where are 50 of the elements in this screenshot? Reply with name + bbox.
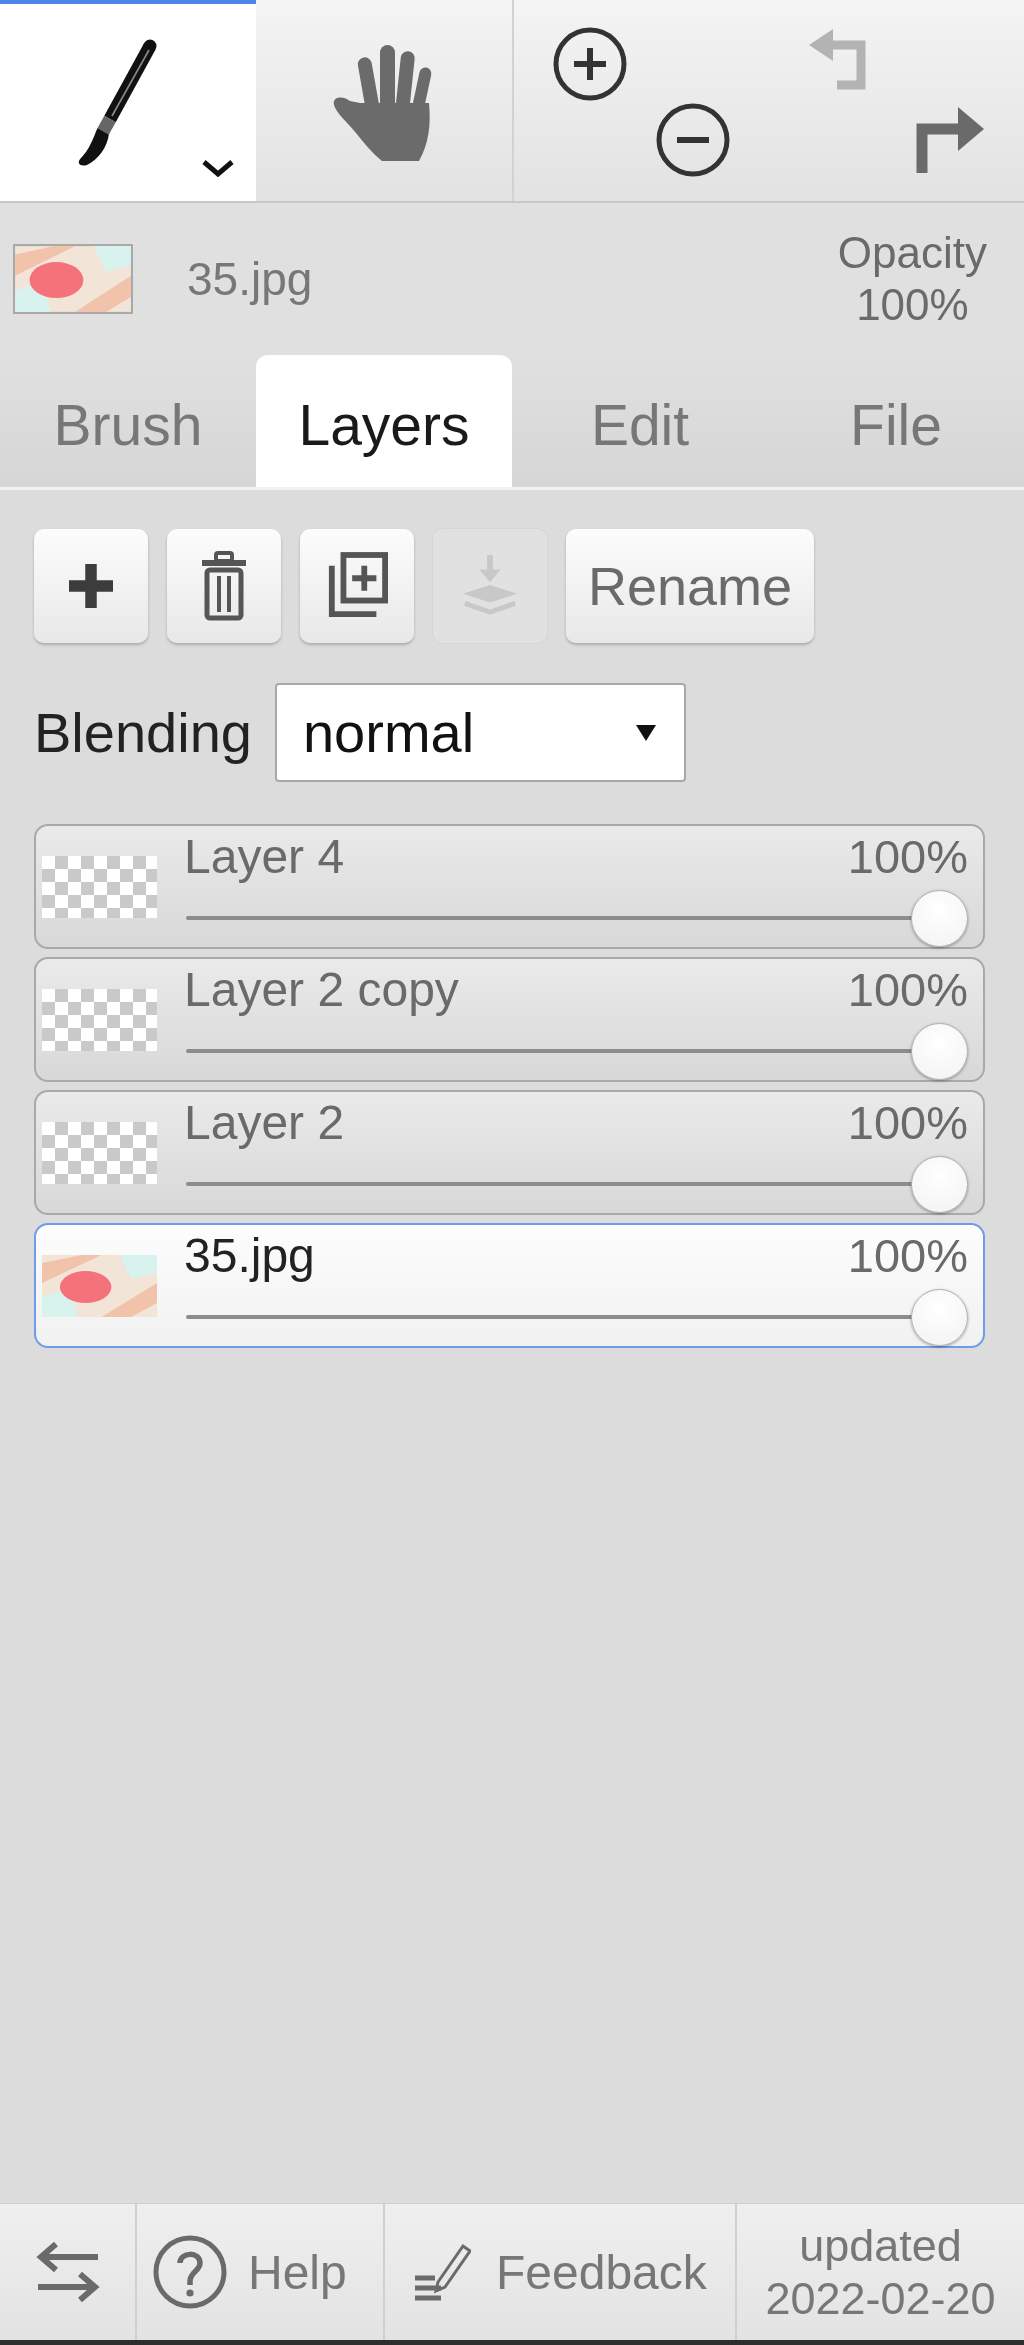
duplicate-icon bbox=[326, 552, 388, 620]
swap-button[interactable] bbox=[0, 2204, 137, 2340]
slider-thumb[interactable] bbox=[911, 1156, 968, 1213]
brush-tool-button[interactable] bbox=[0, 0, 256, 201]
updated-label: updated bbox=[799, 2219, 962, 2272]
zoom-in-button[interactable] bbox=[551, 26, 628, 102]
tab[interactable]: Edit bbox=[512, 355, 768, 487]
delete-layer-button[interactable] bbox=[167, 529, 281, 643]
slider-thumb[interactable] bbox=[911, 1023, 968, 1080]
layer-name: 35.jpg bbox=[184, 1227, 315, 1283]
pen-and-lines-icon bbox=[413, 2242, 471, 2302]
layer-opacity: 100% bbox=[847, 1094, 968, 1150]
plus-icon bbox=[69, 564, 113, 608]
layer-name: Layer 2 bbox=[184, 1094, 345, 1150]
zoom-out-button[interactable] bbox=[654, 102, 731, 178]
layer-opacity: 100% bbox=[847, 1227, 968, 1283]
opacity-value: 100% bbox=[856, 279, 969, 331]
rename-button[interactable]: Rename bbox=[566, 529, 815, 643]
tab[interactable]: File bbox=[768, 355, 1024, 487]
help-button[interactable]: Help bbox=[137, 2204, 385, 2340]
tab[interactable]: Brush bbox=[0, 355, 256, 487]
updated-date: 2022-02-20 bbox=[765, 2272, 996, 2325]
layer-row[interactable]: Layer 4 100% bbox=[34, 824, 985, 949]
layer-name: Layer 4 bbox=[184, 828, 345, 884]
opacity-slider[interactable] bbox=[184, 890, 968, 947]
layer-row[interactable]: Layer 2 copy 100% bbox=[34, 957, 985, 1082]
add-layer-button[interactable] bbox=[34, 529, 148, 643]
slider-thumb[interactable] bbox=[911, 890, 968, 947]
layer-name: Layer 2 copy bbox=[184, 961, 459, 1017]
layer-row[interactable]: 35.jpg 100% bbox=[34, 1223, 985, 1348]
help-icon bbox=[152, 2234, 228, 2310]
opacity-slider[interactable] bbox=[184, 1156, 968, 1213]
layer-name: 35.jpg bbox=[187, 252, 313, 306]
opacity-label: Opacity bbox=[837, 227, 987, 279]
feedback-button[interactable]: Feedback bbox=[385, 2204, 737, 2340]
blending-label: Blending bbox=[34, 700, 252, 765]
layer-opacity: 100% bbox=[847, 828, 968, 884]
zoom-in-icon bbox=[551, 26, 628, 102]
blending-select[interactable]: normal bbox=[274, 683, 686, 782]
layer-opacity: 100% bbox=[847, 961, 968, 1017]
merge-down-icon bbox=[461, 555, 519, 617]
caret-icon bbox=[635, 724, 656, 741]
slider-thumb[interactable] bbox=[911, 1289, 968, 1346]
tab[interactable]: Layers bbox=[256, 355, 512, 487]
duplicate-layer-button[interactable] bbox=[300, 529, 414, 643]
trash-icon bbox=[200, 551, 248, 621]
zoom-out-icon bbox=[654, 102, 731, 178]
opacity-slider[interactable] bbox=[184, 1289, 968, 1346]
opacity-slider[interactable] bbox=[184, 1023, 968, 1080]
layer-row[interactable]: Layer 2 100% bbox=[34, 1090, 985, 1215]
